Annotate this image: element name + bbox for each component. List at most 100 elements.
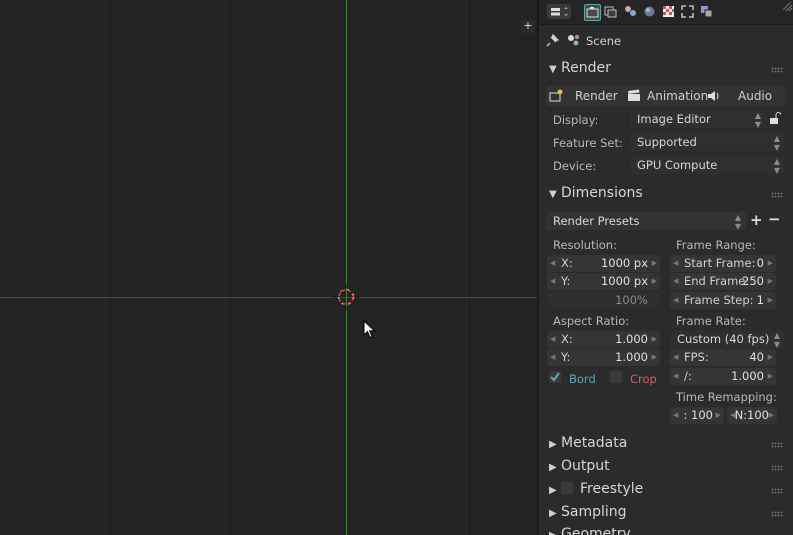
end-frame-label: End Frame: [684,274,750,288]
output-title: Output [561,458,610,474]
aspect-x-field[interactable]: ◀ X: 1.000 ▶ [547,331,660,348]
render-animation-button[interactable]: Animation [647,87,708,105]
render-tab[interactable] [584,4,601,21]
clapperboard-icon [628,89,640,101]
checker-texture-icon [663,6,674,17]
freestyle-title: Freestyle [580,481,644,497]
drag-handle-icon[interactable] [771,192,783,198]
aspect-x-label: X: [561,332,573,346]
resolution-label: Resolution: [553,238,617,252]
crop-label: Crop [630,372,657,386]
display-dropdown[interactable]: Image Editor ▲ ▼ [630,110,766,129]
world-tab[interactable] [642,4,657,19]
frame-range-label: Frame Range: [676,238,756,252]
pin-icon[interactable] [546,33,560,47]
editor-type-icon [551,7,568,16]
fps-field[interactable]: ◀ FPS: 40 ▶ [670,349,776,366]
unlock-icon[interactable] [768,112,781,125]
drag-handle-icon[interactable] [771,67,783,73]
frame-rate-label: Frame Rate: [676,314,746,328]
border-checkbox[interactable] [549,371,561,383]
remove-preset-button[interactable]: − [768,210,781,228]
geometry-section-header[interactable]: ▶Geometry [549,526,631,535]
updown-arrows-icon: ▲ ▼ [754,111,761,129]
checkmark-icon [550,372,560,382]
editor-type-button[interactable] [547,4,571,19]
device-dropdown[interactable]: GPU Compute ▲ ▼ [630,156,785,175]
feature-set-dropdown[interactable]: Supported ▲ ▼ [630,133,785,152]
resolution-percentage-field[interactable]: 100% [547,292,660,309]
aspect-y-field[interactable]: ◀ Y: 1.000 ▶ [547,349,660,366]
fps-base-value: 1.000 [731,369,764,383]
grid-line [466,0,467,535]
add-preset-button[interactable]: + [750,211,763,229]
metadata-section-header[interactable]: ▶ Metadata [549,435,627,451]
drag-handle-icon[interactable] [771,511,783,517]
render-still-icon [549,89,563,102]
view-layer-tab[interactable] [623,4,638,19]
fps-base-field[interactable]: ◀/: 1.000 ▶ [670,368,776,385]
remap-new-field[interactable]: ◀ N:100 ▶ [727,407,777,424]
start-frame-field[interactable]: ◀ Start Frame: 0 ▶ [670,255,776,272]
properties-panel: Scene ▼ Render Render Animation Audio Dis… [537,0,793,535]
drag-handle-icon[interactable] [771,488,783,494]
camera-icon [586,7,599,18]
3d-viewport[interactable]: + [0,0,537,535]
render-layers-icon [625,6,636,16]
render-section-title: Render [561,60,611,76]
freestyle-checkbox[interactable] [561,482,573,494]
grid-line [105,0,106,535]
duplicate-area-button[interactable] [699,4,714,19]
frame-rate-dropdown[interactable]: Custom (40 fps) ▲ ▼ [670,330,785,349]
output-section-header[interactable]: ▶ Output [549,458,610,474]
start-frame-value: 0 [756,256,764,270]
end-frame-field[interactable]: ◀ End Frame: 250 ▶ [670,273,776,290]
aspect-y-value: 1.000 [615,350,648,364]
updown-arrows-icon: ▲ ▼ [773,331,780,349]
resolution-x-field[interactable]: ◀ X: 1000 px ▶ [547,255,660,272]
fullscreen-toggle[interactable] [680,4,695,19]
dimensions-section-header[interactable]: ▼ Dimensions [549,185,643,201]
time-remapping-label: Time Remapping: [676,390,777,404]
drag-handle-icon[interactable] [771,442,783,448]
world-icon [644,6,655,17]
frame-step-label: Frame Step: [684,293,754,307]
area-corner-handle[interactable] [781,0,793,12]
fullscreen-icon [681,5,694,18]
metadata-title: Metadata [561,435,628,451]
crop-checkbox[interactable] [610,371,622,383]
expanded-triangle-icon: ▼ [549,189,557,200]
expanded-triangle-icon: ▼ [549,64,557,75]
updown-arrows-icon: ▲ ▼ [773,157,780,175]
sampling-section-header[interactable]: ▶ Sampling [549,504,627,520]
add-area-button[interactable]: + [521,19,535,33]
res-y-value: 1000 px [600,274,648,288]
collapsed-triangle-icon: ▶ [549,508,557,519]
frame-step-value: 1 [756,293,764,307]
border-label: Bord [569,372,596,386]
res-percent-value: 100% [615,293,648,307]
aspect-x-value: 1.000 [615,332,648,346]
windows-icon [701,6,713,18]
updown-arrows-icon: ▲ ▼ [773,134,780,152]
collapsed-triangle-icon: ▶ [549,439,557,450]
texture-tab[interactable] [661,4,676,19]
3d-cursor-icon[interactable] [331,282,361,312]
output-tab[interactable] [603,4,618,19]
freestyle-section-header[interactable]: ▶ Freestyle [549,481,643,497]
render-section-header[interactable]: ▼ Render [549,60,611,76]
render-presets-label: Render Presets [553,214,640,228]
resolution-y-field[interactable]: ◀ Y: 1000 px ▶ [547,273,660,290]
remap-old-value: : 100 [683,408,713,422]
grid-line [225,0,226,535]
render-presets-menu[interactable]: Render Presets ▲ ▼ [546,212,746,231]
aspect-y-label: Y: [561,350,571,364]
res-x-label: X: [561,256,573,270]
drag-handle-icon[interactable] [771,465,783,471]
render-audio-button[interactable]: Audio [738,87,772,105]
sampling-title: Sampling [561,504,627,520]
frame-step-field[interactable]: ◀ Frame Step: 1 ▶ [670,292,776,309]
remap-old-field[interactable]: ◀: 100 ▶ [670,407,724,424]
render-image-button[interactable]: Render [575,87,618,105]
res-x-value: 1000 px [600,256,648,270]
